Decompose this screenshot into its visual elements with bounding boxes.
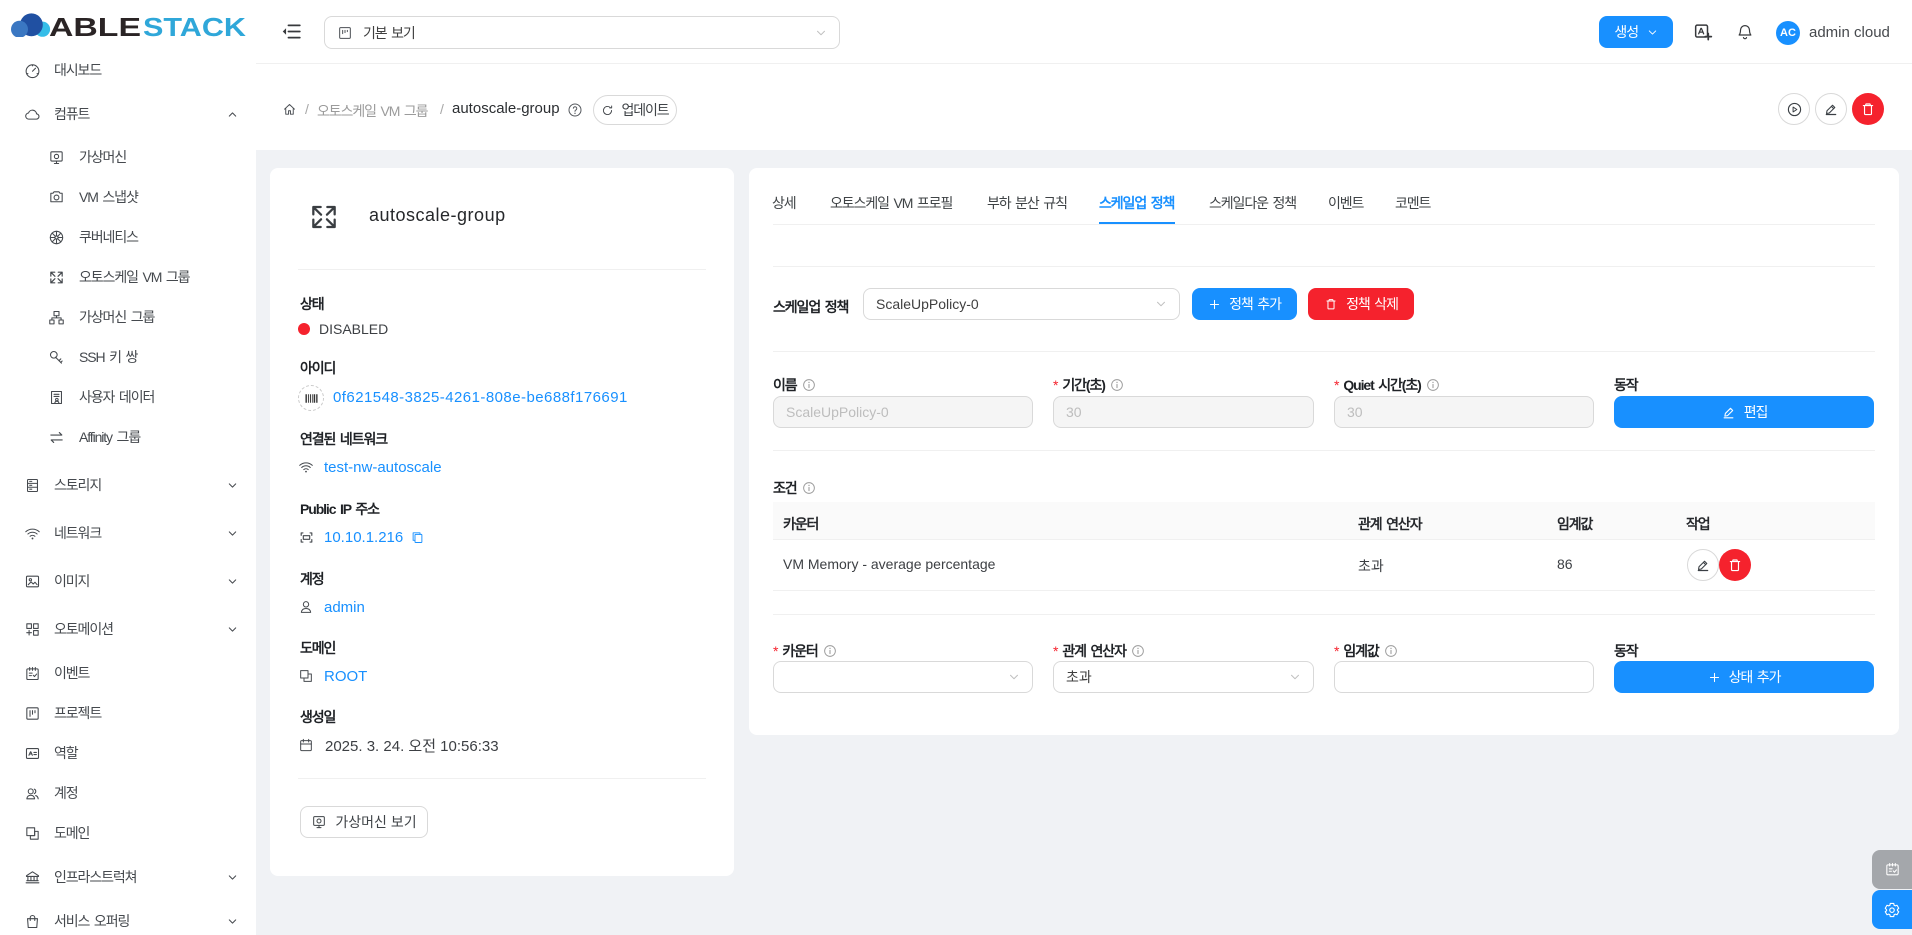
- svg-text:STACK: STACK: [143, 14, 247, 37]
- svg-text:ABLE: ABLE: [49, 14, 141, 37]
